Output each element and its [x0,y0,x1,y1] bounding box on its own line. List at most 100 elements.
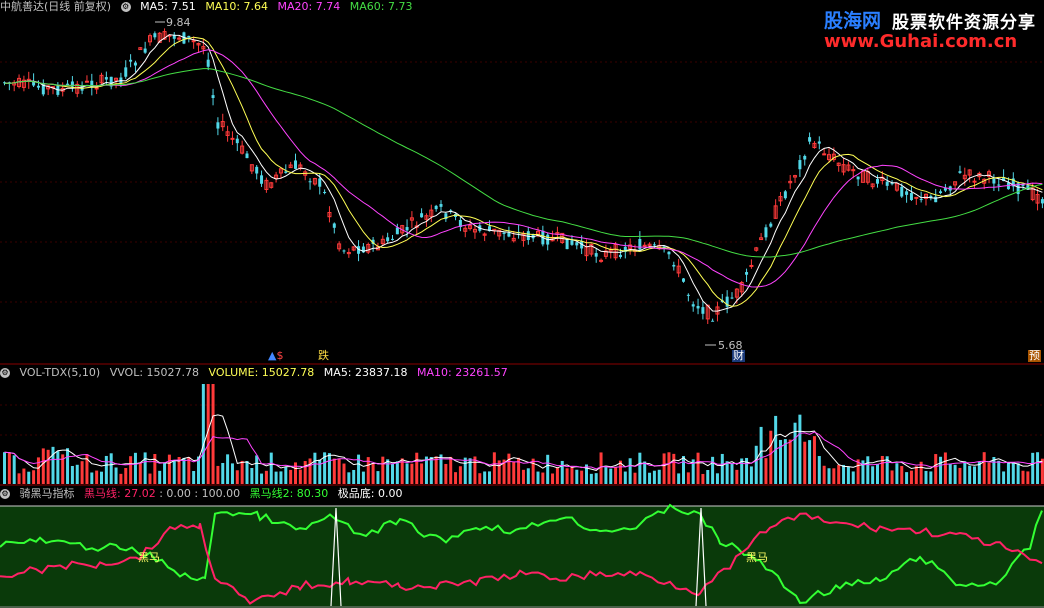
site-logo: 股海网 股票软件资源分享 www.Guhai.com.cn [820,4,1044,54]
candle-body [798,160,802,170]
volume-bar [114,467,118,484]
volume-bar [696,452,700,484]
volume-bar [201,384,205,484]
volume-bar [274,471,278,484]
candle-body [764,227,768,238]
volume-panel[interactable]: ⚙ VOL-TDX(5,10) VVOL: 15027.78 VOLUME: 1… [0,365,1044,486]
gear-icon[interactable]: ⚙ [0,489,10,499]
ma5-readout: MA5: 7.51 [140,0,196,13]
volume-bar [1011,462,1015,484]
volume-bar [560,460,564,484]
candle-body [856,176,860,180]
volume-bar [337,458,341,484]
volume-bar [216,465,220,484]
volume-chart[interactable] [0,365,1044,486]
volume-bar [633,472,637,484]
line1-readout: 黑马线: 27.02 [84,487,156,500]
ma60-line [4,68,1043,258]
candle-body [822,153,827,156]
volume-bar [1016,463,1020,484]
candle-body [66,83,70,85]
volume-bar [17,473,21,484]
volume-bar [303,461,307,484]
volume-bar [943,452,947,484]
candle-body [216,122,220,129]
volume-bar [929,471,933,484]
candle-body [342,250,346,252]
volume-bar [70,465,74,484]
volume-bar [124,467,128,484]
volume-bar [221,462,225,484]
candle-body [235,138,239,144]
candle-body [939,191,943,194]
volume-bar [138,463,142,484]
volume-bar [628,458,632,484]
volume-bar [56,451,60,484]
volume-bar [570,466,574,484]
volume-bar [395,461,399,484]
candle-body [245,153,249,159]
volume-bar [715,473,719,484]
volume-bar [405,463,409,484]
volume-bar [924,470,928,484]
candle-body [749,264,754,267]
indicator-chart[interactable] [0,486,1044,608]
volume-bar [444,463,448,484]
candle-body [876,179,879,184]
volume-bar [12,455,16,484]
volume-bar [851,471,855,484]
candle-body [696,305,700,309]
volume-bar [754,445,758,484]
line2-readout: 黑马线2: 80.30 [249,487,329,500]
candle-body [124,67,128,77]
volume-bar [153,453,157,484]
indicator-name: 骑黑马指标 [19,487,75,500]
gear-icon[interactable]: ⚙ [0,368,10,378]
indicator-panel[interactable]: ⚙ 骑黑马指标 黑马线: 27.02 : 0.00 : 100.00 黑马线2:… [0,486,1044,608]
logo-slogan: 股票软件资源分享 [892,13,1036,33]
candle-body [94,87,99,90]
candle-body [323,191,327,194]
gear-icon[interactable]: ⚙ [120,2,131,12]
volume-bar [711,456,715,484]
event-marker-2[interactable]: 跌 [318,350,329,362]
event-marker-4[interactable]: 预 [1028,350,1041,362]
volume-bar [798,414,802,484]
volume-bar [386,459,390,484]
indicator-header: ⚙ 骑黑马指标 黑马线: 27.02 : 0.00 : 100.00 黑马线2:… [0,487,409,501]
volume-bar [90,472,94,484]
volume-bar [1006,462,1010,484]
candle-body [642,244,647,247]
volume-bar [7,453,11,484]
candle-body [104,77,108,80]
volume-bar [3,452,6,484]
volume-bar [686,472,690,484]
volume-bar [973,466,976,484]
volume-bar [521,469,525,484]
signal-label-b: 黑马 [746,551,768,564]
price-chart[interactable] [0,0,1044,365]
volume-bar [245,461,249,484]
volume-bar [1002,471,1006,484]
candle-body [934,196,938,203]
candle-body [958,171,962,173]
volume-bar [876,464,879,484]
volume-bar [1026,471,1030,484]
volume-bar [352,469,356,484]
volume-bar [172,460,176,484]
volume-bar [449,456,453,484]
ma20-line [4,49,1043,288]
volume-bar [939,456,943,484]
price-panel[interactable]: 中航善达(日线 前复权) ⚙ MA5: 7.51 MA10: 7.64 MA20… [0,0,1044,365]
volume-bar [66,448,70,484]
ma60-readout: MA60: 7.73 [349,0,413,13]
volume-bar [667,452,671,484]
event-marker-3[interactable]: 财 [732,350,745,362]
volume-bar [764,458,768,484]
volume-bar [638,452,642,484]
event-marker-1[interactable]: ▲$ [268,350,283,362]
volume-bar [230,463,234,484]
volume-bar [909,470,913,484]
volume-bar [987,462,991,484]
volume-bar [250,468,254,484]
